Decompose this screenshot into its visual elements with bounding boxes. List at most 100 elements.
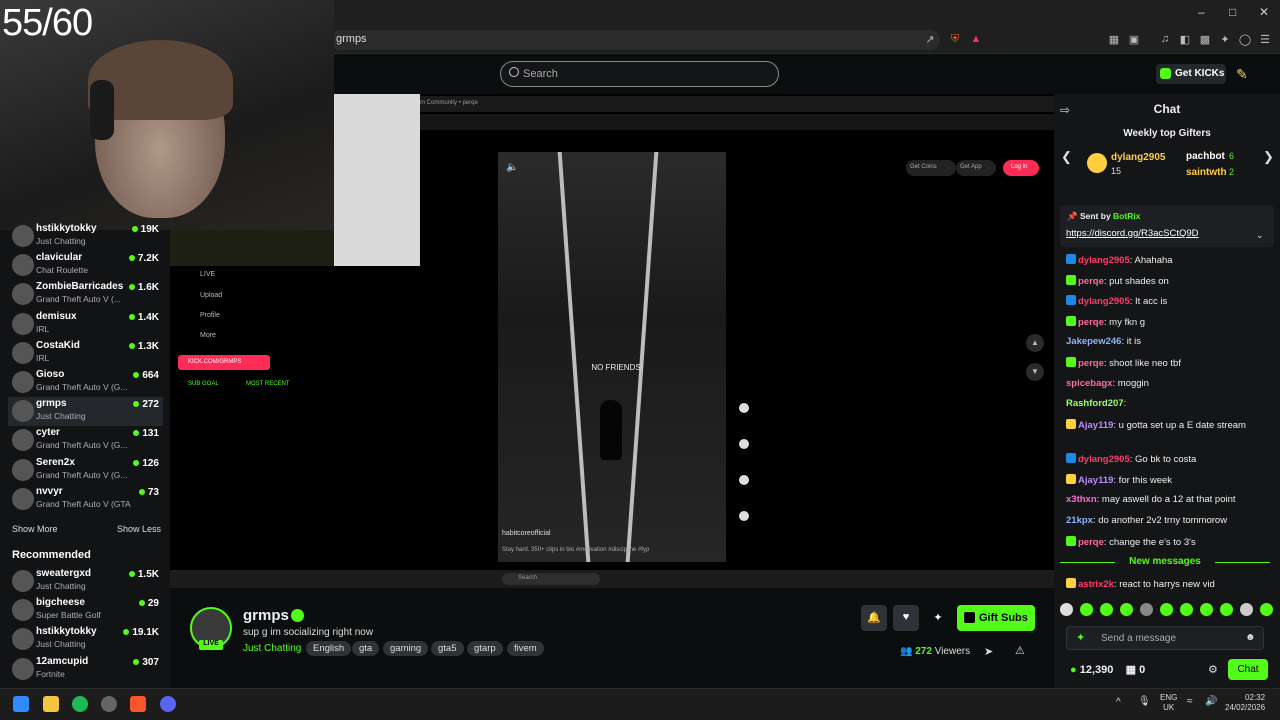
follow-heart-icon[interactable]: ♥ <box>893 605 919 631</box>
chat-username[interactable]: dylang2905 <box>1078 454 1130 465</box>
wallet-icon[interactable]: ▣ <box>1127 33 1141 47</box>
next-video-icon[interactable]: ▼ <box>1026 363 1044 381</box>
music-icon[interactable]: ♫ <box>1158 33 1172 47</box>
settings-gear-icon[interactable]: ⚙ <box>1208 663 1218 676</box>
address-bar[interactable]: grmps <box>330 30 940 50</box>
chat-username[interactable]: Ajay119 <box>1078 420 1113 431</box>
wifi-icon[interactable]: ≈ <box>1187 696 1193 707</box>
tray-chevron-icon[interactable]: ^ <box>1116 697 1121 708</box>
chat-username[interactable]: perqe <box>1078 317 1104 328</box>
sidebar-channel[interactable]: ZombieBarricades Grand Theft Auto V (... 1… <box>8 280 163 309</box>
tabs-icon[interactable]: ▩ <box>1198 33 1212 47</box>
chat-username[interactable]: dylang2905 <box>1078 255 1130 266</box>
sidebar-channel[interactable]: sweatergxd Just Chatting 1.5K <box>8 567 163 596</box>
chat-username[interactable]: Rashford207 <box>1066 398 1124 409</box>
pinned-link[interactable]: https://discord.gg/R3acSCtQ9D <box>1066 228 1199 239</box>
chevron-right-icon[interactable]: ❯ <box>1263 149 1274 165</box>
search-input[interactable]: Search <box>500 61 779 87</box>
new-messages-label[interactable]: New messages <box>1115 556 1215 567</box>
share-icon[interactable]: ↗ <box>923 33 937 47</box>
vpn-shield-icon[interactable]: ◯ <box>1238 33 1252 47</box>
emote-icon[interactable] <box>1160 603 1173 616</box>
tiktok-video[interactable] <box>498 152 726 562</box>
comment-icon[interactable] <box>739 439 749 449</box>
bookmark-icon[interactable] <box>739 475 749 485</box>
chat-username[interactable]: perqe <box>1078 276 1104 287</box>
tag[interactable]: gta5 <box>431 641 464 656</box>
sidebar-channel[interactable]: clavicular Chat Roulette 7.2K <box>8 251 163 280</box>
emote-icon[interactable] <box>1260 603 1273 616</box>
stream-category[interactable]: Just Chatting <box>243 643 301 654</box>
microphone-icon[interactable]: 🎙 <box>1138 696 1151 707</box>
extensions-icon[interactable]: ▦ <box>1107 33 1121 47</box>
language-indicator[interactable]: ENG UK <box>1160 693 1177 713</box>
emote-icon[interactable] <box>1120 603 1133 616</box>
tag[interactable]: gaming <box>383 641 429 656</box>
show-less-button[interactable]: Show Less <box>117 524 161 534</box>
emote-icon[interactable] <box>1080 603 1093 616</box>
emote-bar[interactable] <box>1060 602 1276 618</box>
chat-username[interactable]: Ajay119 <box>1078 475 1113 486</box>
report-icon[interactable]: ⚠ <box>1015 644 1025 657</box>
sidebar-channel[interactable]: Gioso Grand Theft Auto V (G... 664 <box>8 368 163 397</box>
chat-username[interactable]: spicebagx <box>1066 378 1112 389</box>
emote-icon[interactable] <box>1180 603 1193 616</box>
clock[interactable]: 02:32 24/02/2026 <box>1225 693 1265 713</box>
chat-username[interactable]: perqe <box>1078 358 1104 369</box>
sidebar-channel[interactable]: 12amcupid Fortnite 307 <box>8 655 163 684</box>
sidebar-channel[interactable]: hstikkytokky Just Chatting 19K <box>8 222 163 251</box>
chevron-left-icon[interactable]: ❮ <box>1061 149 1072 165</box>
share-icon[interactable]: ➤ <box>984 645 993 658</box>
mute-icon[interactable]: 🔈 <box>506 162 518 173</box>
notification-bell-icon[interactable]: 🔔 <box>861 605 887 631</box>
restore-icon[interactable]: □ <box>1229 5 1236 19</box>
tag[interactable]: English <box>306 641 352 656</box>
minimize-icon[interactable]: – <box>1198 5 1205 19</box>
sidebar-channel[interactable]: bigcheese Super Battle Golf 29 <box>8 596 163 625</box>
chat-username[interactable]: Jakepew246 <box>1066 336 1121 347</box>
brave-shield-icon[interactable]: ⛨ <box>948 33 962 47</box>
sidebar-channel[interactable]: Seren2x Grand Theft Auto V (G... 126 <box>8 456 163 485</box>
clip-icon[interactable]: ✦ <box>925 605 951 631</box>
sidebar-channel[interactable]: hstikkytokky Just Chatting 19.1K <box>8 625 163 654</box>
sidebar-channel[interactable]: demisux IRL 1.4K <box>8 310 163 339</box>
emote-icon[interactable] <box>1140 603 1153 616</box>
chat-input[interactable]: Send a message <box>1066 626 1264 650</box>
emote-icon[interactable] <box>1060 603 1073 616</box>
file-explorer-icon[interactable] <box>43 696 59 712</box>
menu-icon[interactable]: ☰ <box>1258 33 1272 47</box>
emote-icon[interactable] <box>1200 603 1213 616</box>
share-arrow-icon[interactable] <box>739 511 749 521</box>
spotify-icon[interactable] <box>72 696 88 712</box>
volume-icon[interactable]: 🔊 <box>1205 696 1217 707</box>
discord-icon[interactable] <box>160 696 176 712</box>
windows-start-icon[interactable] <box>13 696 29 712</box>
like-icon[interactable] <box>739 403 749 413</box>
sidebar-channel[interactable]: nvvyr Grand Theft Auto V (GTA) 73 <box>8 485 163 514</box>
streamer-name[interactable]: grmps <box>243 607 289 624</box>
ai-icon[interactable]: ✦ <box>1218 33 1232 47</box>
sidebar-channel[interactable]: CostaKid IRL 1.3K <box>8 339 163 368</box>
rewards-icon[interactable]: ▲ <box>969 33 983 47</box>
close-icon[interactable]: ✕ <box>1259 5 1269 19</box>
show-more-button[interactable]: Show More <box>12 524 58 534</box>
sidebar-channel[interactable]: grmps Just Chatting 272 <box>8 397 163 427</box>
brave-browser-icon[interactable] <box>130 696 146 712</box>
emote-icon[interactable] <box>1100 603 1113 616</box>
gifter-name[interactable]: saintwth <box>1186 167 1227 178</box>
chat-username[interactable]: x3thxn <box>1066 494 1097 505</box>
chat-username[interactable]: 21kpx <box>1066 515 1093 526</box>
chevron-down-icon[interactable]: ⌄ <box>1256 230 1264 241</box>
tag[interactable]: gtarp <box>467 641 503 656</box>
gifter-name[interactable]: pachbot <box>1186 151 1225 162</box>
steam-icon[interactable] <box>101 696 117 712</box>
chat-username[interactable]: perqe <box>1078 537 1104 548</box>
sidebar-channel[interactable]: cyter Grand Theft Auto V (G... 131 <box>8 426 163 455</box>
gifter-name[interactable]: dylang2905 <box>1111 152 1165 163</box>
emote-icon[interactable] <box>1220 603 1233 616</box>
tag[interactable]: gta <box>352 641 380 656</box>
sparkle-icon[interactable]: ✦ <box>1076 631 1085 644</box>
chat-username[interactable]: dylang2905 <box>1078 296 1130 307</box>
emoji-icon[interactable]: ☻ <box>1245 632 1256 643</box>
brush-icon[interactable]: ✎ <box>1236 66 1252 82</box>
